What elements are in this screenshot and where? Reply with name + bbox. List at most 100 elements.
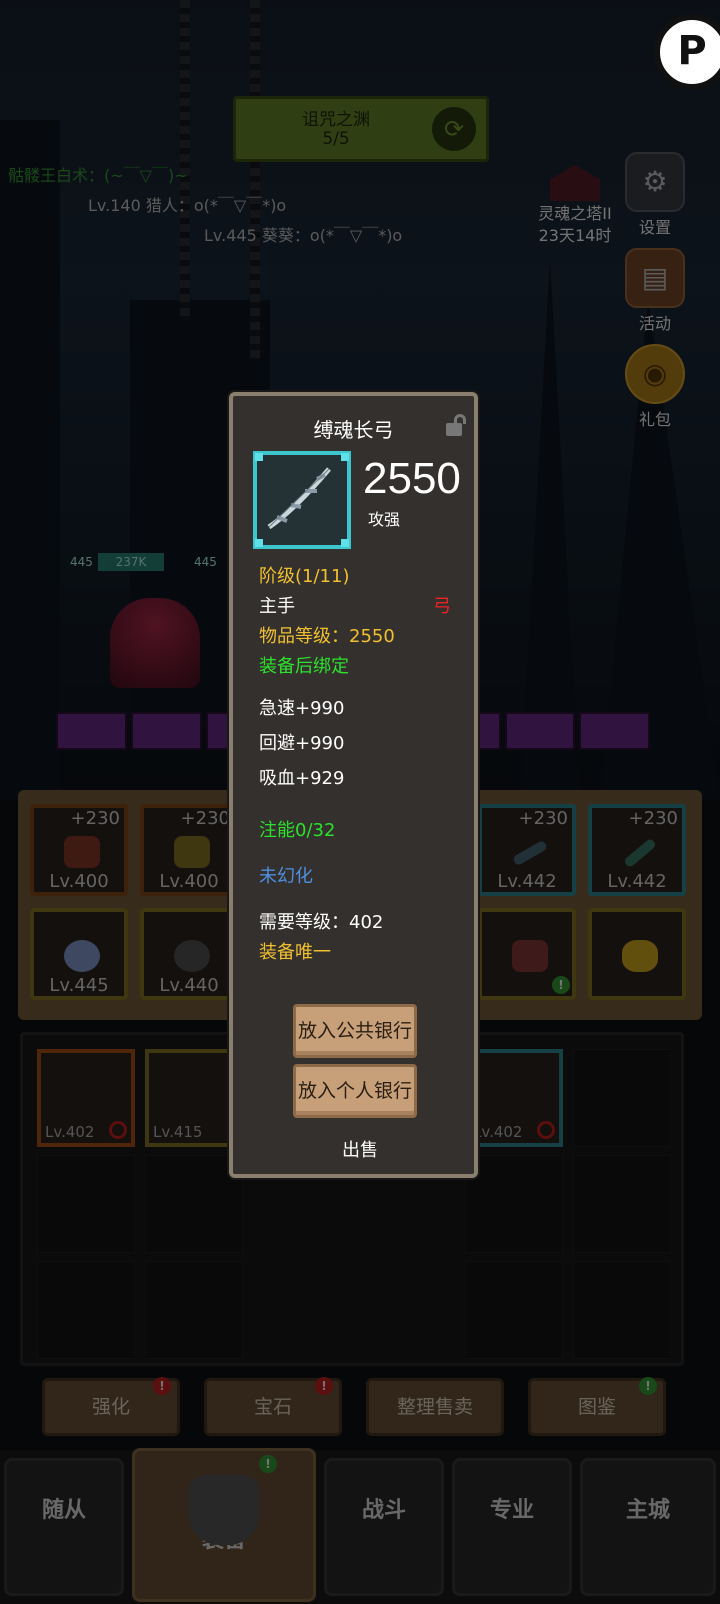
item-level: Lv.442 (497, 871, 557, 892)
soul-tower-event[interactable]: 灵魂之塔II 23天14时 (520, 165, 630, 247)
codex-label: 图鉴 (577, 1396, 616, 1418)
equip-slot-mainhand[interactable]: +230 Lv.442 (478, 804, 576, 896)
item-name: 缚魂长弓 (313, 418, 394, 442)
chat-line: 骷髅王白术：(~￣▽￣)~ (8, 166, 188, 185)
events-button[interactable]: ▤ 活动 (620, 248, 690, 334)
hero-level-2: 445 (194, 555, 217, 569)
personal-bank-button[interactable]: 放入个人银行 (293, 1064, 417, 1118)
equip-slot-neck[interactable]: Lv.445 (30, 908, 128, 1000)
item-slot: 主手 (259, 596, 295, 617)
item-level: Lv.445 (49, 975, 109, 996)
bag-item[interactable]: Lv.402 (465, 1049, 563, 1147)
public-bank-button[interactable]: 放入公共银行 (293, 1004, 417, 1058)
item-icon-frame (253, 451, 351, 549)
enhance-level: +230 (518, 808, 568, 829)
floating-app-icon[interactable]: P (654, 14, 720, 90)
alert-dot: ! (153, 1377, 171, 1395)
gem-button[interactable]: 宝石 ! (204, 1377, 342, 1436)
item-stat: 回避+990 (259, 733, 345, 754)
gift-pack-icon: ◉ (625, 344, 685, 404)
bag-empty-slot[interactable] (37, 1261, 135, 1359)
alert-dot: ! (315, 1377, 333, 1395)
gift-button[interactable]: ◉ 礼包 (620, 344, 690, 430)
skill-slot[interactable] (56, 712, 127, 750)
nav-main-city-label: 主城 (625, 1498, 670, 1523)
item-type: 弓 (433, 596, 451, 617)
tower-timer: 23天14时 (538, 226, 612, 245)
item-transmog: 未幻化 (259, 866, 313, 887)
bag-empty-slot[interactable] (573, 1049, 671, 1147)
armor-icon (189, 1475, 259, 1545)
sell-button[interactable]: 出售 (0, 1136, 720, 1162)
equip-slot-trinket[interactable]: ! (478, 908, 576, 1000)
sort-sell-label: 整理售卖 (396, 1396, 473, 1418)
codex-button[interactable]: 图鉴 ! (528, 1377, 666, 1436)
bag-empty-slot[interactable] (145, 1261, 243, 1359)
enhance-button[interactable]: 强化 ! (42, 1377, 180, 1436)
chat-line: Lv.140 猎人：o(*￣▽￣*)o (88, 196, 287, 215)
helmet-icon (64, 836, 100, 868)
settings-label: 设置 (638, 218, 671, 237)
alert-dot: ! (552, 976, 570, 994)
settings-button[interactable]: ⚙ 设置 (620, 152, 690, 238)
gear-icon: ⚙ (625, 152, 685, 212)
item-stat: 急速+990 (259, 698, 345, 719)
nav-battle[interactable]: 战斗 (324, 1458, 444, 1596)
hero-character[interactable] (110, 598, 200, 688)
nav-equipment[interactable]: 装备 ! (132, 1448, 316, 1602)
refresh-icon[interactable]: ⟳ (432, 107, 476, 151)
item-level: Lv.400 (159, 871, 219, 892)
item-score-label: 攻强 (368, 510, 401, 529)
bag-empty-slot[interactable] (465, 1261, 563, 1359)
unlock-icon[interactable] (446, 414, 466, 436)
item-required-level: 需要等级：402 (259, 912, 384, 933)
item-infuse: 注能0/32 (259, 820, 336, 841)
equip-slot-offhand[interactable]: +230 Lv.442 (588, 804, 686, 896)
longbow-icon (267, 467, 331, 530)
gem-icon (622, 940, 658, 972)
item-level: Lv.440 (159, 975, 219, 996)
dungeon-name: 诅咒之渊 (302, 110, 370, 130)
dungeon-banner[interactable]: 诅咒之渊 5/5 ⟳ (233, 96, 489, 162)
chat-line: Lv.445 葵葵：o(*￣▽￣*)o (204, 226, 403, 245)
ring-icon (174, 940, 210, 972)
item-level: 物品等级：2550 (259, 626, 395, 647)
alert-dot: ! (639, 1377, 657, 1395)
equip-slot-gem[interactable] (588, 908, 686, 1000)
nav-followers[interactable]: 随从 (4, 1458, 124, 1596)
equip-slot-ring[interactable]: Lv.440 (140, 908, 238, 1000)
nav-profession-label: 专业 (489, 1498, 534, 1523)
bag-empty-slot[interactable] (465, 1155, 563, 1253)
shoulder-icon (174, 836, 210, 868)
bag-empty-slot[interactable] (573, 1155, 671, 1253)
equip-slot-head[interactable]: +230 Lv.400 (30, 804, 128, 896)
equip-slot-shoulder[interactable]: +230 Lv.400 (140, 804, 238, 896)
enhance-level: +230 (70, 808, 120, 829)
skill-slot[interactable] (130, 712, 202, 750)
hanging-chain (250, 0, 260, 360)
sort-sell-button[interactable]: 整理售卖 (366, 1378, 504, 1436)
scroll-icon: ▤ (625, 248, 685, 308)
banner-icon (512, 940, 548, 972)
bow-icon (511, 839, 549, 867)
item-tier: 阶级(1/11) (259, 566, 350, 587)
gem-label: 宝石 (253, 1396, 292, 1418)
alert-dot: ! (259, 1455, 277, 1473)
hero-hp: 237K (98, 553, 164, 571)
nav-profession[interactable]: 专业 (452, 1458, 572, 1596)
castle-spire (0, 120, 60, 800)
skill-slot[interactable] (504, 712, 576, 750)
dungeon-progress: 5/5 (322, 129, 350, 149)
skill-slot[interactable] (579, 712, 650, 750)
bag-item[interactable]: Lv.402 (37, 1049, 135, 1147)
nav-main-city[interactable]: 主城 (580, 1458, 716, 1596)
item-stat: 吸血+929 (259, 768, 345, 789)
item-score: 2550 (363, 454, 461, 503)
gift-label: 礼包 (638, 410, 671, 429)
tower-name: 灵魂之塔II (538, 204, 612, 223)
enhance-level: +230 (628, 808, 678, 829)
enhance-level: +230 (180, 808, 230, 829)
bag-empty-slot[interactable] (573, 1261, 671, 1359)
bag-empty-slot[interactable] (37, 1155, 135, 1253)
bottom-nav: 随从 装备 ! 战斗 专业 主城 (0, 1448, 720, 1604)
